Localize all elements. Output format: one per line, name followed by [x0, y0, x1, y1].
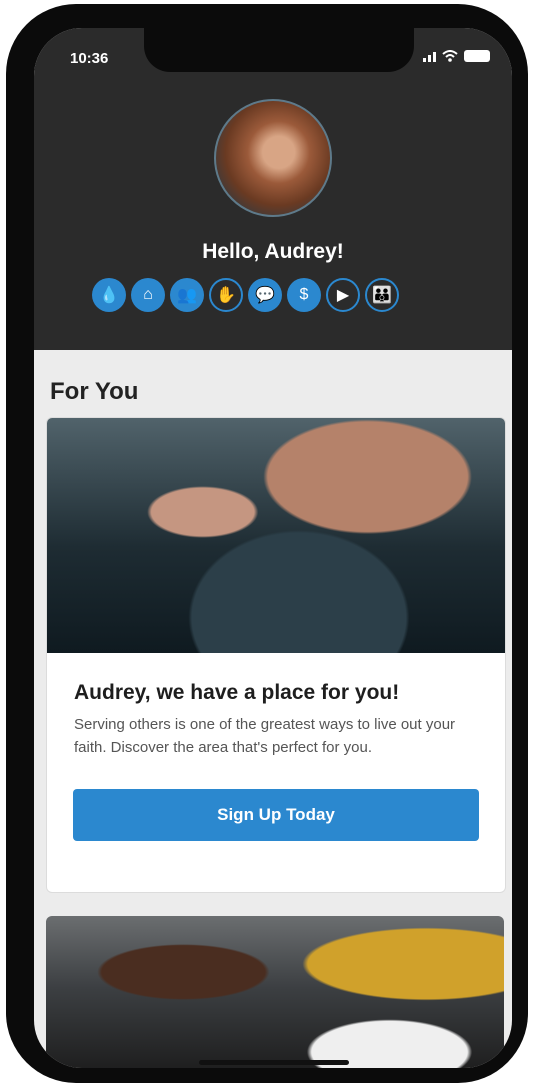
for-you-title: For You — [50, 378, 139, 405]
greeting-text: Hello, Audrey! — [202, 240, 344, 263]
card-image — [47, 418, 505, 653]
play-icon[interactable]: ▶ — [326, 278, 360, 312]
status-icons — [423, 50, 490, 62]
feed-card[interactable]: Audrey, we have a place for you! Serving… — [46, 417, 506, 893]
battery-icon — [464, 50, 490, 62]
phone-frame: 10:36 Hello, Audrey! 💧 ⌂ 👥 ✋ 💬 $ ▶ 👪 For… — [6, 4, 528, 1083]
card-title: Audrey, we have a place for you! — [74, 681, 400, 704]
home-indicator[interactable] — [199, 1060, 349, 1065]
home-icon[interactable]: ⌂ — [131, 278, 165, 312]
notch — [144, 28, 414, 72]
app-screen: 10:36 Hello, Audrey! 💧 ⌂ 👥 ✋ 💬 $ ▶ 👪 For… — [34, 28, 512, 1068]
card-description: Serving others is one of the greatest wa… — [74, 716, 456, 756]
water-drop-icon[interactable]: 💧 — [92, 278, 126, 312]
sign-up-button[interactable]: Sign Up Today — [73, 789, 479, 841]
profile-header: 10:36 Hello, Audrey! 💧 ⌂ 👥 ✋ 💬 $ ▶ 👪 — [34, 28, 512, 350]
signal-icon — [423, 50, 436, 62]
people-icon[interactable]: 👥 — [170, 278, 204, 312]
chat-icon[interactable]: 💬 — [248, 278, 282, 312]
next-feed-card[interactable] — [46, 916, 504, 1068]
wifi-icon — [442, 50, 458, 62]
status-time: 10:36 — [70, 50, 109, 67]
dollar-icon[interactable]: $ — [287, 278, 321, 312]
avatar[interactable] — [214, 99, 332, 217]
hand-icon[interactable]: ✋ — [209, 278, 243, 312]
quick-action-row: 💧 ⌂ 👥 ✋ 💬 $ ▶ 👪 — [92, 278, 399, 312]
group-icon[interactable]: 👪 — [365, 278, 399, 312]
